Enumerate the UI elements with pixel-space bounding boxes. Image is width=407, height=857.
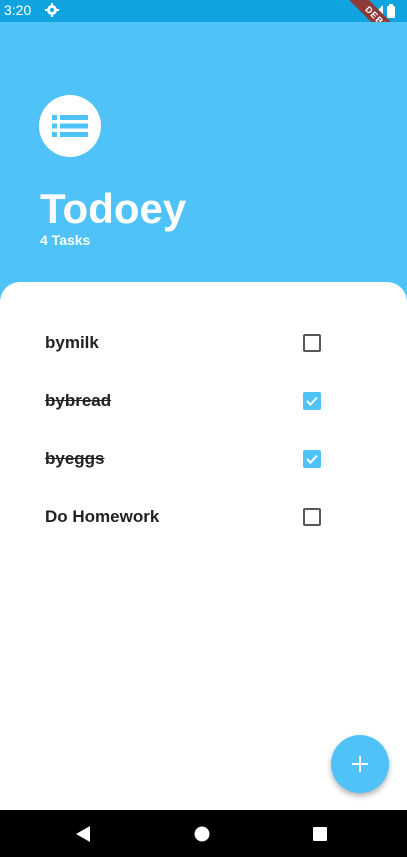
task-label: bymilk	[45, 333, 99, 352]
header-avatar	[39, 95, 101, 157]
task-count: 4 Tasks	[40, 232, 91, 248]
task-label: byeggs	[45, 449, 105, 468]
task-item[interactable]: byeggs	[0, 429, 407, 487]
task-item[interactable]: Do Homework	[0, 487, 407, 545]
task-label: bybread	[45, 391, 112, 410]
task-checkbox[interactable]	[303, 508, 321, 526]
task-item[interactable]: bybread	[0, 371, 407, 429]
back-icon[interactable]	[73, 824, 93, 844]
recents-icon[interactable]	[310, 824, 330, 844]
task-label: Do Homework	[45, 507, 160, 526]
plus-icon	[352, 756, 368, 772]
task-list: bymilk bybread byeggs Do Homework	[0, 313, 407, 545]
status-time: 3:20	[4, 2, 32, 18]
task-checkbox[interactable]	[303, 450, 321, 468]
task-checkbox[interactable]	[303, 334, 321, 352]
header: Todoey 4 Tasks	[0, 22, 407, 282]
check-icon	[306, 396, 318, 406]
gear-icon	[45, 3, 59, 17]
battery-icon	[387, 4, 395, 18]
app-title: Todoey	[40, 185, 187, 232]
task-sheet: bymilk bybread byeggs Do Homework	[0, 282, 407, 810]
check-icon	[306, 454, 318, 464]
list-icon	[52, 115, 88, 137]
task-checkbox[interactable]	[303, 392, 321, 410]
system-nav-bar	[0, 810, 407, 857]
home-icon[interactable]	[192, 824, 212, 844]
task-item[interactable]: bymilk	[0, 313, 407, 371]
status-bar: 3:20	[0, 0, 407, 22]
add-task-button[interactable]	[331, 735, 389, 793]
